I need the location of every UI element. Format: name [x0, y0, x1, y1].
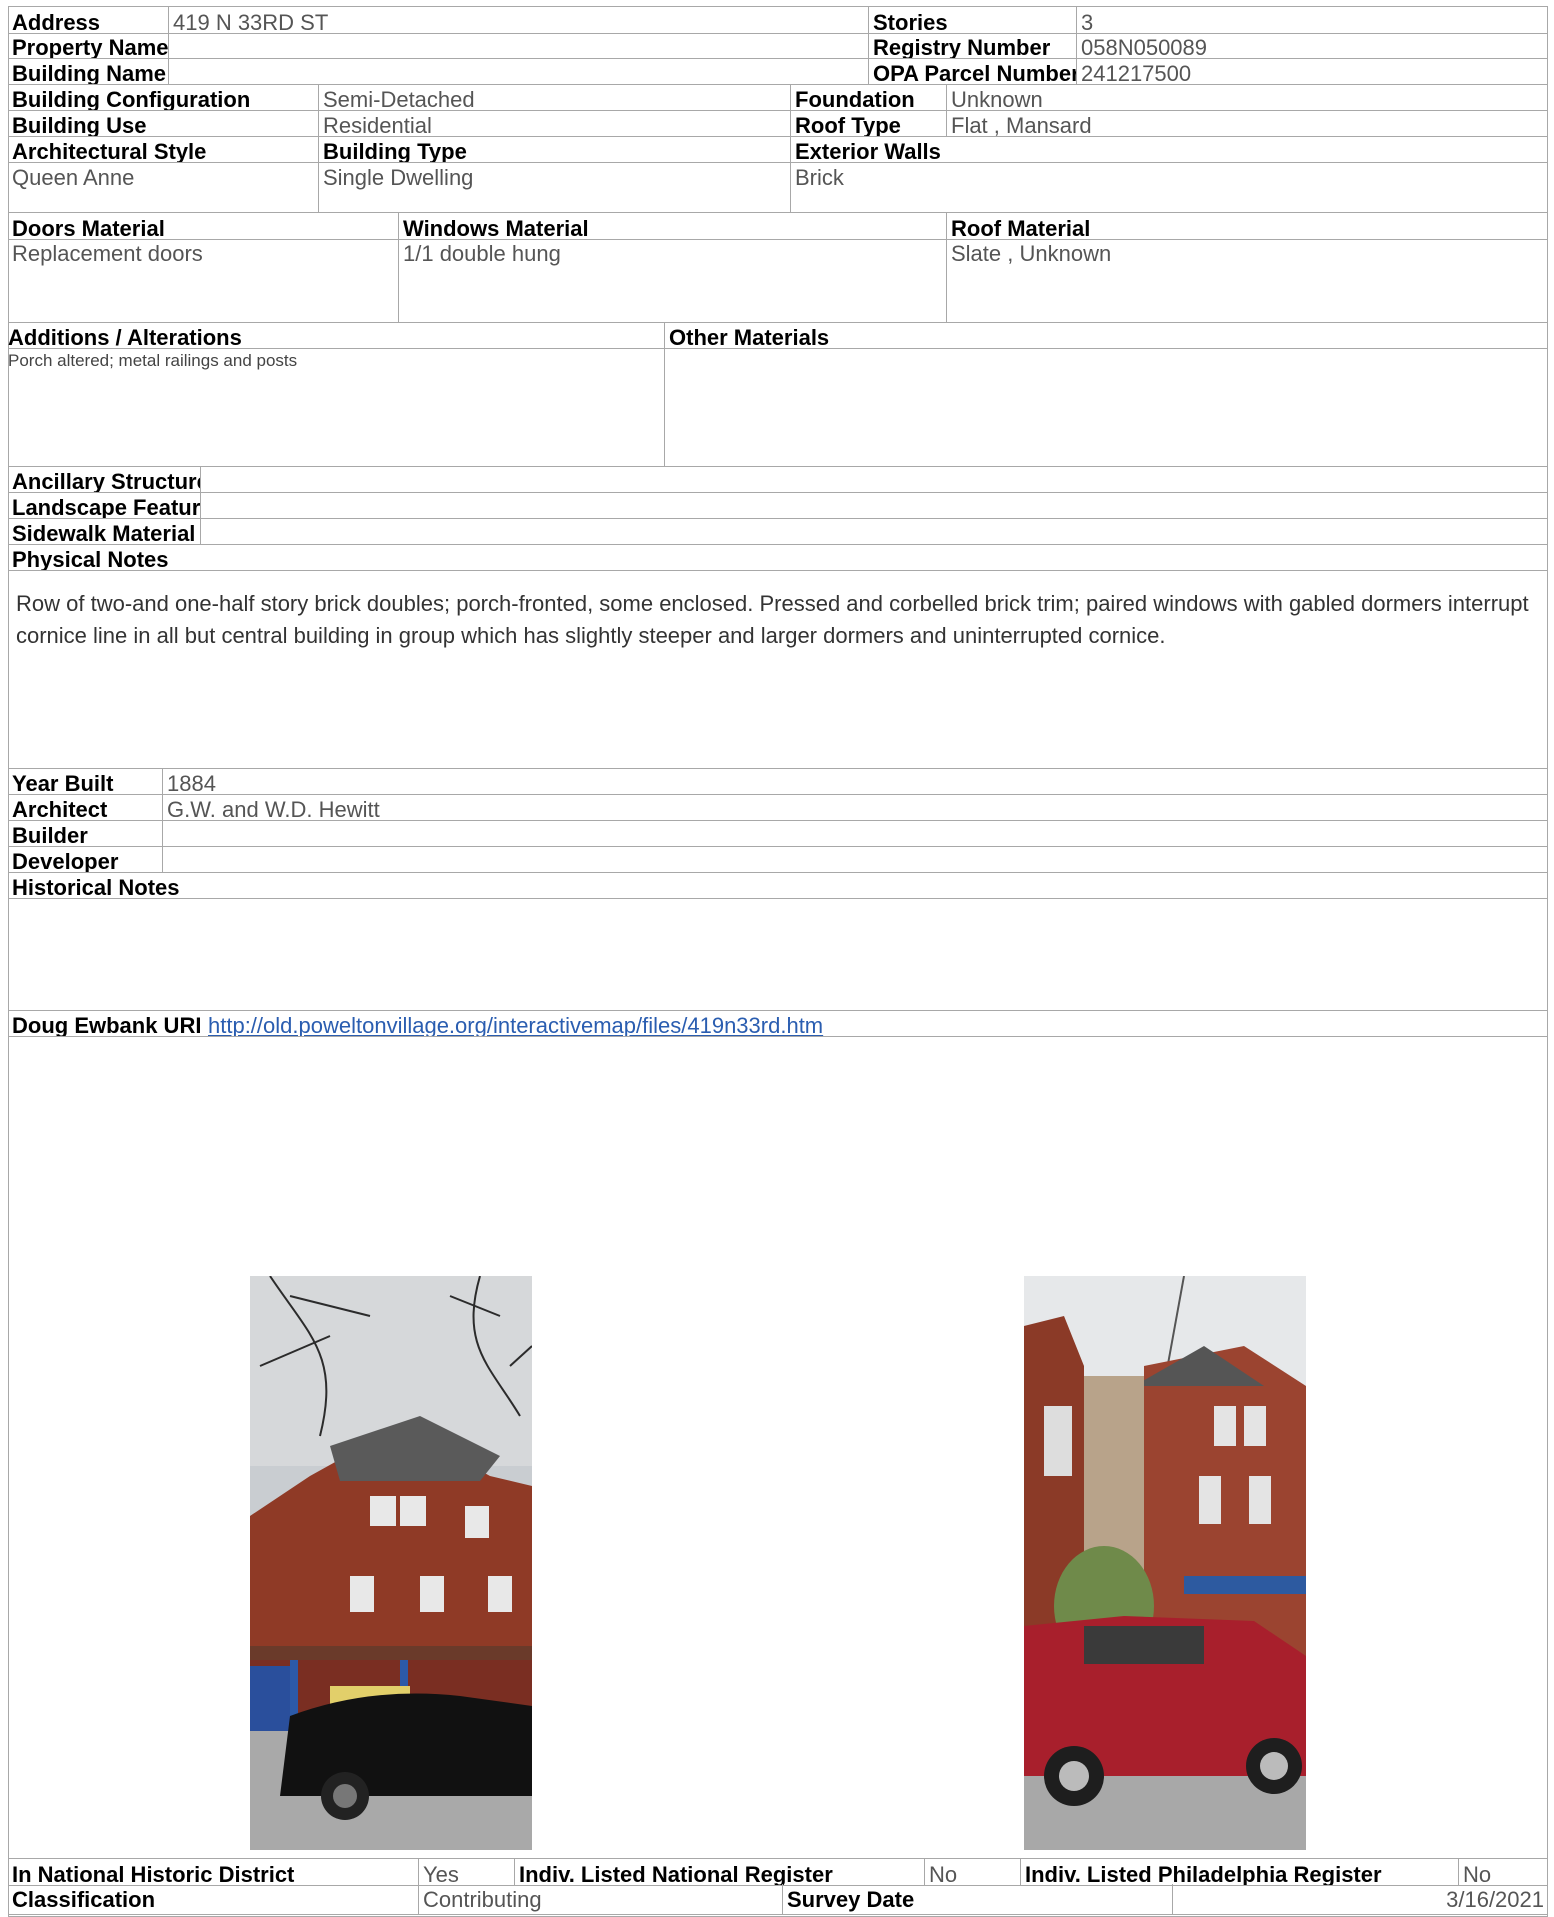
building-type-value: Single Dwelling — [318, 162, 790, 212]
register-row: In National Historic District Yes Indiv.… — [8, 1858, 1548, 1886]
builder-value — [162, 820, 1548, 846]
developer-value — [162, 846, 1548, 872]
building-type-label: Building Type — [318, 136, 790, 162]
registry-label: Registry Number — [868, 32, 1076, 58]
building-name-row: Building Name OPA Parcel Number 24121750… — [8, 58, 1548, 85]
year-built-value: 1884 — [162, 768, 1548, 794]
roof-material-label: Roof Material — [946, 213, 1548, 239]
windows-label: Windows Material — [398, 213, 946, 239]
year-built-label: Year Built — [12, 771, 114, 794]
additions-label: Additions / Alterations — [8, 325, 242, 348]
configuration-label: Building Configuration — [12, 87, 251, 110]
exterior-walls-value: Brick — [790, 162, 1548, 212]
architect-row: Architect G.W. and W.D. Hewitt — [8, 794, 1548, 821]
historical-notes-text — [8, 898, 1548, 1010]
phila-register-value: No — [1458, 1859, 1548, 1885]
ancillary-label: Ancillary Structures — [12, 469, 200, 492]
architect-value: G.W. and W.D. Hewitt — [162, 794, 1548, 820]
building-name-label: Building Name — [12, 61, 167, 84]
historical-notes-body — [8, 898, 1548, 1011]
historical-notes-header: Historical Notes — [8, 872, 1548, 899]
property-name-row: Property Name Registry Number 058N050089 — [8, 32, 1548, 59]
materials-value-row: Replacement doors 1/1 double hung Slate … — [8, 238, 1548, 323]
doors-label: Doors Material — [12, 216, 165, 239]
other-materials-value — [664, 348, 1548, 466]
address-value: 419 N 33RD ST — [168, 7, 868, 33]
roof-type-value: Flat , Mansard — [946, 110, 1548, 136]
classification-label: Classification — [12, 1887, 156, 1912]
survey-date-value: 3/16/2021 — [1172, 1884, 1548, 1914]
foundation-label: Foundation — [790, 84, 946, 110]
use-label: Building Use — [12, 113, 147, 136]
registry-value: 058N050089 — [1076, 32, 1548, 58]
use-row: Building Use Residential Roof Type Flat … — [8, 110, 1548, 137]
materials-header-row: Doors Material Windows Material Roof Mat… — [8, 212, 1548, 240]
windows-value: 1/1 double hung — [398, 238, 946, 322]
year-built-row: Year Built 1884 — [8, 768, 1548, 795]
survey-date-label: Survey Date — [782, 1884, 1172, 1914]
physical-notes-body: Row of two-and one-half story brick doub… — [8, 570, 1548, 769]
property-name-value — [168, 32, 868, 58]
developer-label: Developer — [12, 849, 119, 872]
url-row: Doug Ewbank URL http://old.poweltonvilla… — [8, 1010, 1548, 1037]
builder-label: Builder — [12, 823, 88, 846]
property-name-label: Property Name — [12, 35, 168, 58]
url-label: Doug Ewbank URL — [12, 1013, 200, 1036]
style-value: Queen Anne — [12, 165, 135, 190]
additions-header-row: Additions / Alterations Other Materials — [8, 322, 1548, 349]
developer-row: Developer — [8, 846, 1548, 873]
national-register-label: Indiv. Listed National Register — [514, 1859, 924, 1885]
doors-value: Replacement doors — [12, 241, 203, 266]
address-row: Address 419 N 33RD ST Stories 3 — [8, 6, 1548, 34]
national-register-value: No — [924, 1859, 1020, 1885]
exterior-walls-label: Exterior Walls — [790, 136, 1548, 162]
use-value: Residential — [318, 110, 790, 136]
ancillary-row: Ancillary Structures — [8, 466, 1548, 493]
historical-notes-label: Historical Notes — [12, 875, 180, 898]
sidewalk-row: Sidewalk Material — [8, 518, 1548, 545]
url-cell: http://old.poweltonvillage.org/interacti… — [200, 1010, 1548, 1036]
style-header-row: Architectural Style Building Type Exteri… — [8, 136, 1548, 163]
foundation-value: Unknown — [946, 84, 1548, 110]
other-materials-label: Other Materials — [664, 322, 1548, 348]
configuration-value: Semi-Detached — [318, 84, 790, 110]
physical-notes-text: Row of two-and one-half story brick doub… — [16, 591, 1529, 648]
physical-notes-label: Physical Notes — [12, 547, 169, 570]
physical-notes-header: Physical Notes — [8, 544, 1548, 571]
configuration-row: Building Configuration Semi-Detached Fou… — [8, 84, 1548, 111]
address-label: Address — [12, 10, 101, 33]
landscape-row: Landscape Features — [8, 492, 1548, 519]
phila-register-label: Indiv. Listed Philadelphia Register — [1020, 1859, 1458, 1885]
building-name-value — [168, 58, 868, 84]
roof-type-label: Roof Type — [790, 110, 946, 136]
style-label: Architectural Style — [12, 139, 207, 162]
architect-label: Architect — [12, 797, 108, 820]
roof-material-value: Slate , Unknown — [946, 238, 1548, 322]
building-photo-front — [250, 1276, 532, 1850]
stories-label: Stories — [868, 7, 1076, 33]
classification-value: Contributing — [418, 1884, 782, 1914]
district-label: In National Historic District — [12, 1862, 295, 1885]
classification-row: Classification Contributing Survey Date … — [8, 1884, 1548, 1915]
builder-row: Builder — [8, 820, 1548, 847]
additions-value: Porch altered; metal railings and posts — [8, 351, 298, 370]
sidewalk-value — [200, 518, 1548, 544]
district-value: Yes — [418, 1859, 514, 1885]
landscape-value — [200, 492, 1548, 518]
building-photo-side — [1024, 1276, 1306, 1850]
stories-value: 3 — [1076, 7, 1548, 33]
additions-value-row: Porch altered; metal railings and posts — [8, 348, 1548, 467]
sidewalk-label: Sidewalk Material — [12, 521, 196, 544]
landscape-label: Landscape Features — [12, 495, 200, 518]
opa-label: OPA Parcel Number — [868, 58, 1076, 84]
opa-value: 241217500 — [1076, 58, 1548, 84]
ewbank-url-link[interactable]: http://old.poweltonvillage.org/interacti… — [208, 1013, 823, 1036]
style-value-row: Queen Anne Single Dwelling Brick — [8, 162, 1548, 213]
ancillary-value — [200, 466, 1548, 492]
